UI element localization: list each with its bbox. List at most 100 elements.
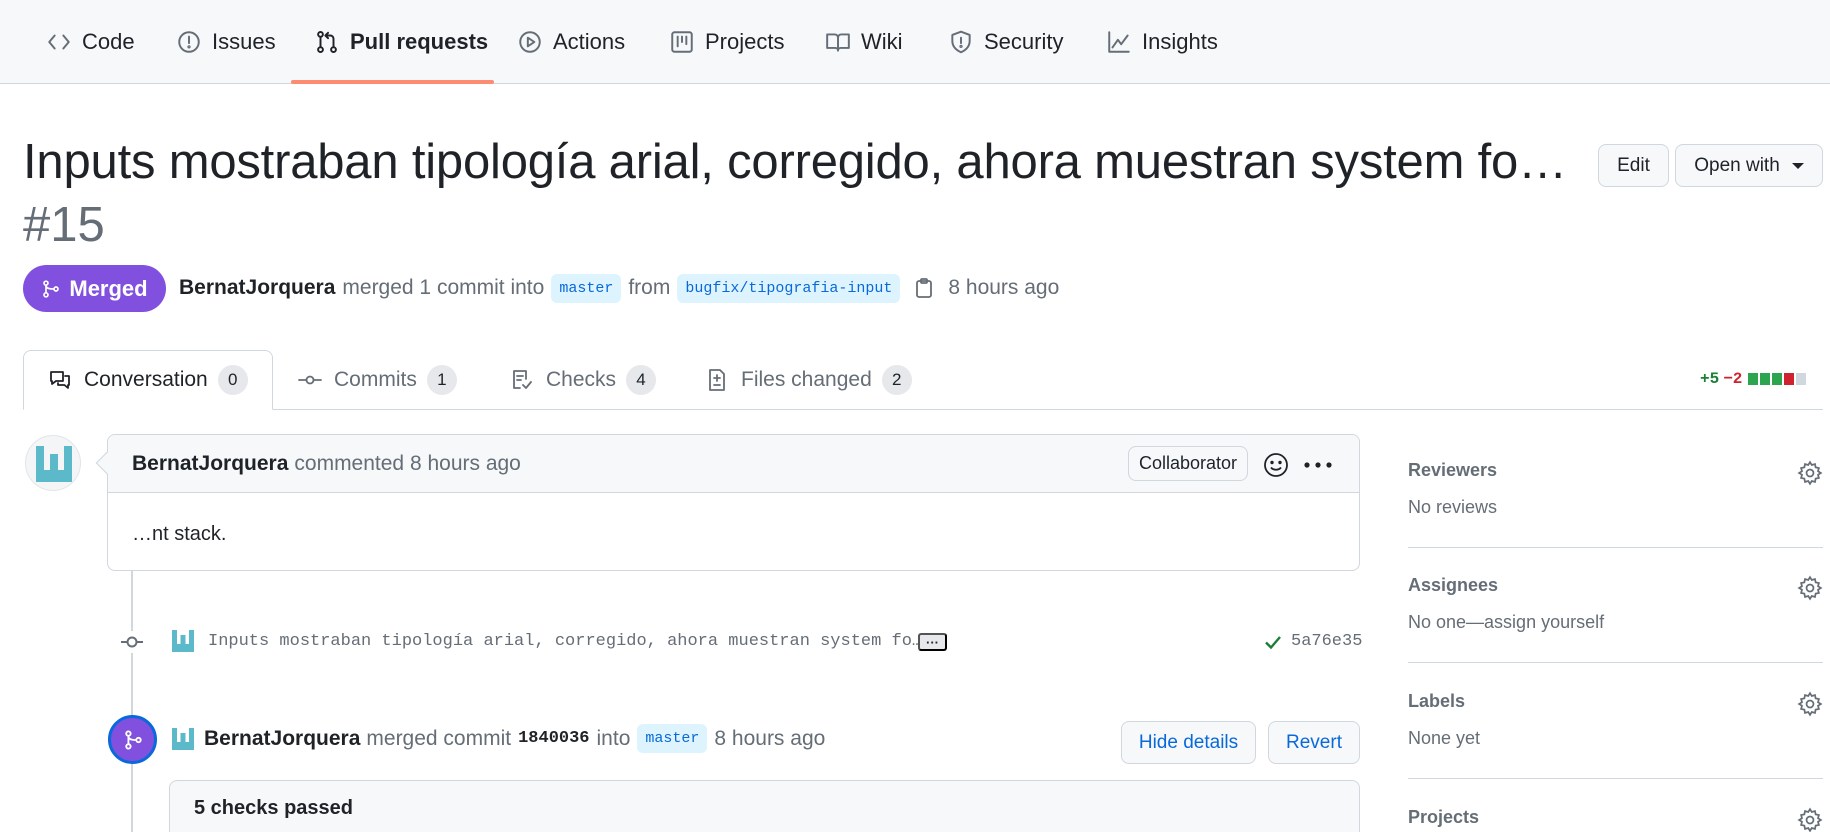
commit-icon [298, 375, 322, 385]
tab-label: Conversation [84, 368, 208, 391]
pull-request-icon [317, 31, 337, 53]
merger-link[interactable]: BernatJorquera [204, 727, 360, 751]
code-icon [48, 34, 70, 50]
tab-code[interactable]: Code [46, 0, 135, 84]
kebab-horizontal-icon[interactable] [1303, 461, 1333, 469]
base-branch[interactable]: master [551, 273, 622, 303]
merge-time: 8 hours ago [714, 726, 826, 750]
tab-wiki[interactable]: Wiki [825, 0, 903, 84]
sidebar-projects: Projects [1408, 807, 1823, 832]
tab-issues[interactable]: Issues [176, 0, 276, 84]
merge-event-badge [108, 715, 157, 764]
merge-action: merged commit [366, 726, 512, 750]
pr-tabs-divider [23, 409, 1823, 410]
comment-body: …nt stack. [132, 523, 227, 545]
tab-files-changed[interactable]: Files changed 2 [705, 350, 912, 410]
assignees-value[interactable]: No one—assign yourself [1408, 612, 1823, 633]
commit-message-link[interactable]: Inputs mostraban tipología arial, correg… [208, 632, 922, 651]
comment-pointer [95, 451, 119, 475]
comment-box: BernatJorquera commented 8 hours ago Col… [95, 434, 1360, 571]
tab-counter: 4 [626, 365, 657, 395]
tab-label: Insights [1142, 29, 1218, 54]
edit-button[interactable]: Edit [1598, 144, 1669, 187]
tab-actions[interactable]: Actions [517, 0, 625, 84]
merger-avatar[interactable] [170, 726, 196, 752]
merge-event: BernatJorquera merged commit 1840036 int… [204, 724, 825, 753]
tab-commits[interactable]: Commits 1 [298, 350, 457, 410]
gear-icon[interactable] [1797, 460, 1823, 486]
copy-icon[interactable] [914, 277, 934, 299]
active-tab-underline [291, 80, 494, 84]
tab-projects[interactable]: Projects [669, 0, 784, 84]
tab-conversation[interactable]: Conversation 0 [23, 350, 273, 410]
gear-icon[interactable] [1797, 575, 1823, 601]
tab-label: Security [984, 29, 1064, 54]
diffstat-block [1796, 373, 1807, 385]
tab-checks[interactable]: Checks 4 [510, 350, 657, 410]
tab-label: Wiki [861, 29, 903, 54]
sidebar-divider [1408, 778, 1823, 779]
revert-button[interactable]: Revert [1268, 721, 1360, 764]
from-text: from [628, 276, 671, 299]
open-with-button[interactable]: Open with [1675, 144, 1823, 187]
assignees-title: Assignees [1408, 575, 1499, 595]
labels-value: None yet [1408, 728, 1481, 748]
caret-down-icon [1791, 162, 1804, 169]
tab-label: Pull requests [350, 29, 489, 54]
smiley-icon[interactable] [1263, 452, 1289, 478]
pr-meta: BernatJorquera merged 1 commit into mast… [179, 270, 1059, 306]
pr-title: Inputs mostraban tipología arial, correg… [23, 135, 1567, 189]
tab-label: Code [82, 29, 135, 54]
merged-state-badge: Merged [23, 265, 166, 312]
gear-icon[interactable] [1797, 807, 1823, 832]
file-diff-icon [709, 369, 725, 391]
play-icon [519, 31, 541, 53]
sidebar-assignees: Assignees No one—assign yourself [1408, 575, 1823, 633]
tab-counter: 1 [426, 365, 457, 395]
hide-details-button[interactable]: Hide details [1121, 721, 1256, 764]
diffstat-block [1772, 373, 1783, 385]
timeline-line [131, 571, 133, 832]
checks-summary[interactable]: 5 checks passed [169, 780, 1360, 832]
reviewers-title: Reviewers [1408, 460, 1498, 480]
gear-icon[interactable] [1797, 691, 1823, 717]
head-branch[interactable]: bugfix/tipografia-input [677, 273, 901, 303]
conversation-icon [50, 371, 70, 389]
tab-security[interactable]: Security [948, 0, 1063, 84]
author-avatar[interactable] [25, 435, 81, 491]
into-text: into [596, 726, 631, 750]
deletions-count: −2 [1723, 370, 1743, 388]
tab-label: Files changed [741, 368, 872, 391]
tab-counter: 2 [881, 365, 912, 395]
merge-summary-text: merged 1 commit into [342, 276, 545, 299]
commit-sha-link[interactable]: 5a76e35 [1291, 632, 1362, 651]
identicon-avatar [36, 446, 72, 482]
merge-commit-sha-link[interactable]: 1840036 [518, 729, 589, 748]
projects-title: Projects [1408, 807, 1480, 827]
merge-base-branch[interactable]: master [637, 724, 708, 753]
checklist-icon [513, 370, 532, 389]
comment-action: commented 8 hours ago [294, 451, 521, 475]
commit-author-avatar[interactable] [170, 628, 196, 654]
pr-author-link[interactable]: BernatJorquera [179, 276, 335, 300]
tab-label: Actions [553, 29, 626, 54]
commit-icon [121, 631, 143, 653]
pr-time: 8 hours ago [948, 276, 1060, 299]
tab-insights[interactable]: Insights [1106, 0, 1218, 84]
expand-commit-message-button[interactable]: ··· [918, 633, 947, 651]
sidebar-divider [1408, 662, 1823, 663]
graph-icon [1108, 31, 1130, 53]
issue-icon [178, 31, 200, 53]
merge-icon [43, 279, 60, 298]
diffstat-block [1748, 373, 1759, 385]
tab-counter: 0 [217, 365, 248, 395]
repo-navigation: Code Issues Pull requests Actions Projec… [0, 0, 1830, 84]
additions-count: +5 [1700, 370, 1720, 388]
sidebar-labels: Labels None yet [1408, 691, 1823, 749]
comment-author-link[interactable]: BernatJorquera [132, 452, 288, 476]
check-icon[interactable] [1263, 632, 1283, 652]
sidebar-divider [1408, 547, 1823, 548]
tab-pull-requests[interactable]: Pull requests [314, 0, 488, 84]
merged-state-label: Merged [69, 275, 148, 301]
comment-header: BernatJorquera commented 8 hours ago Col… [95, 435, 1359, 493]
